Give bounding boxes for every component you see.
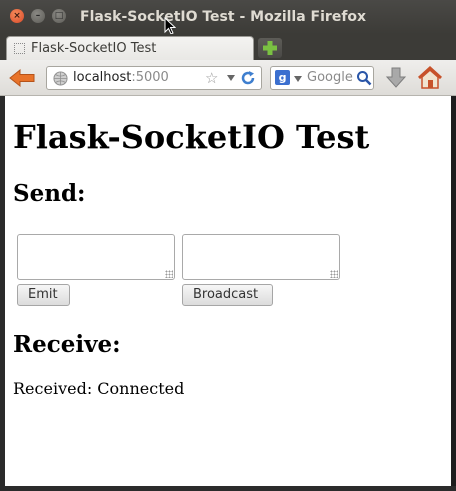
- chevron-down-icon[interactable]: [294, 76, 302, 82]
- reload-icon[interactable]: [240, 70, 256, 86]
- search-icon[interactable]: [356, 70, 372, 86]
- search-placeholder: Google: [307, 70, 353, 85]
- blank-page-icon: [14, 43, 25, 54]
- received-log: Received: Connected: [13, 379, 185, 398]
- url-text: localhost:5000: [73, 70, 169, 85]
- bookmark-star-icon[interactable]: ☆: [205, 69, 218, 87]
- emit-input-resize-grip[interactable]: [17, 234, 175, 280]
- broadcast-input-resize-grip[interactable]: [182, 234, 340, 280]
- page-title: Flask-SocketIO Test: [13, 118, 370, 156]
- url-bar[interactable]: localhost:5000 ☆: [46, 66, 262, 90]
- send-heading: Send:: [13, 180, 86, 207]
- chevron-down-icon[interactable]: [227, 75, 235, 81]
- new-tab-button[interactable]: [258, 38, 282, 58]
- emit-button[interactable]: Emit: [17, 284, 70, 306]
- window-close-button[interactable]: ×: [10, 9, 24, 23]
- mouse-cursor-icon: [164, 17, 176, 35]
- broadcast-button[interactable]: Broadcast: [182, 284, 273, 306]
- background-window-edge: [451, 96, 456, 486]
- page-content: Flask-SocketIO Test Send: Emit Broadcast…: [5, 96, 451, 486]
- window-maximize-button[interactable]: □: [52, 9, 66, 23]
- tab-strip: Flask-SocketIO Test: [0, 34, 456, 60]
- window-minimize-button[interactable]: –: [31, 9, 45, 23]
- search-bar[interactable]: g Google: [270, 66, 374, 90]
- window-titlebar: × – □ Flask-SocketIO Test - Mozilla Fire…: [0, 0, 456, 35]
- tab-label: Flask-SocketIO Test: [31, 41, 157, 56]
- tab-flask-socketio-test[interactable]: Flask-SocketIO Test: [6, 36, 254, 60]
- globe-icon: [53, 71, 68, 86]
- download-icon[interactable]: [384, 66, 408, 90]
- google-icon[interactable]: g: [275, 70, 290, 85]
- back-arrow-icon[interactable]: [8, 68, 36, 88]
- window-title: Flask-SocketIO Test - Mozilla Firefox: [80, 9, 367, 25]
- receive-heading: Receive:: [13, 331, 121, 358]
- window-bottom-border: [0, 486, 456, 491]
- plus-icon: [263, 41, 277, 55]
- navigation-toolbar: localhost:5000 ☆ g Google: [0, 60, 456, 96]
- home-icon[interactable]: [417, 65, 443, 91]
